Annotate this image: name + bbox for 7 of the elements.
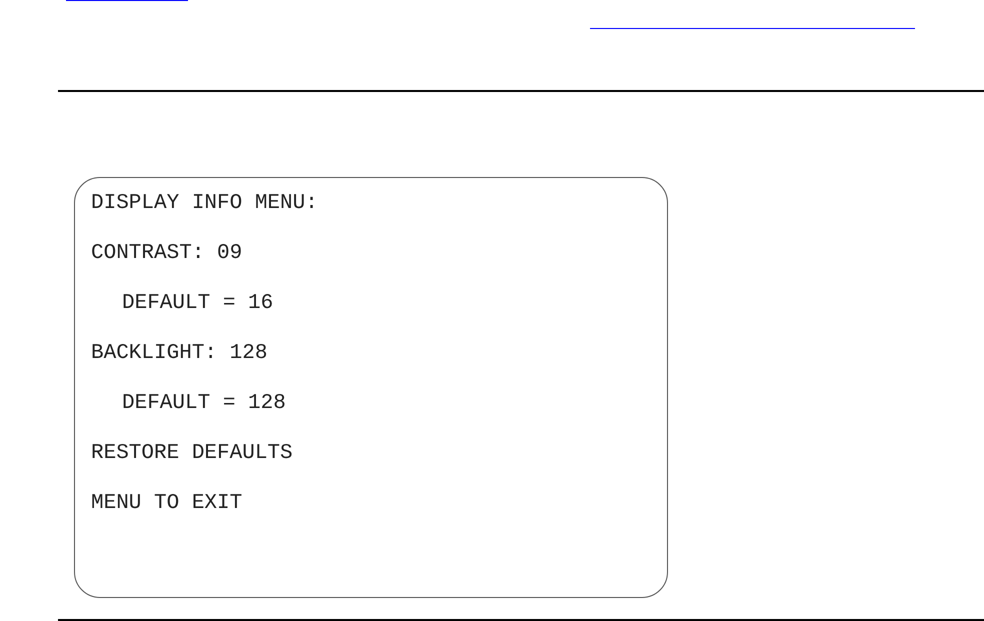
menu-line: MENU TO EXIT — [91, 492, 242, 514]
menu-line: CONTRAST: 09 — [91, 242, 242, 264]
menu-line: RESTORE DEFAULTS — [91, 442, 293, 464]
menu-title: DISPLAY INFO MENU: — [91, 192, 318, 214]
menu-line: DEFAULT = 16 — [122, 292, 274, 314]
menu-line: BACKLIGHT: 128 — [91, 342, 268, 364]
menu-line: DEFAULT = 128 — [122, 392, 286, 414]
